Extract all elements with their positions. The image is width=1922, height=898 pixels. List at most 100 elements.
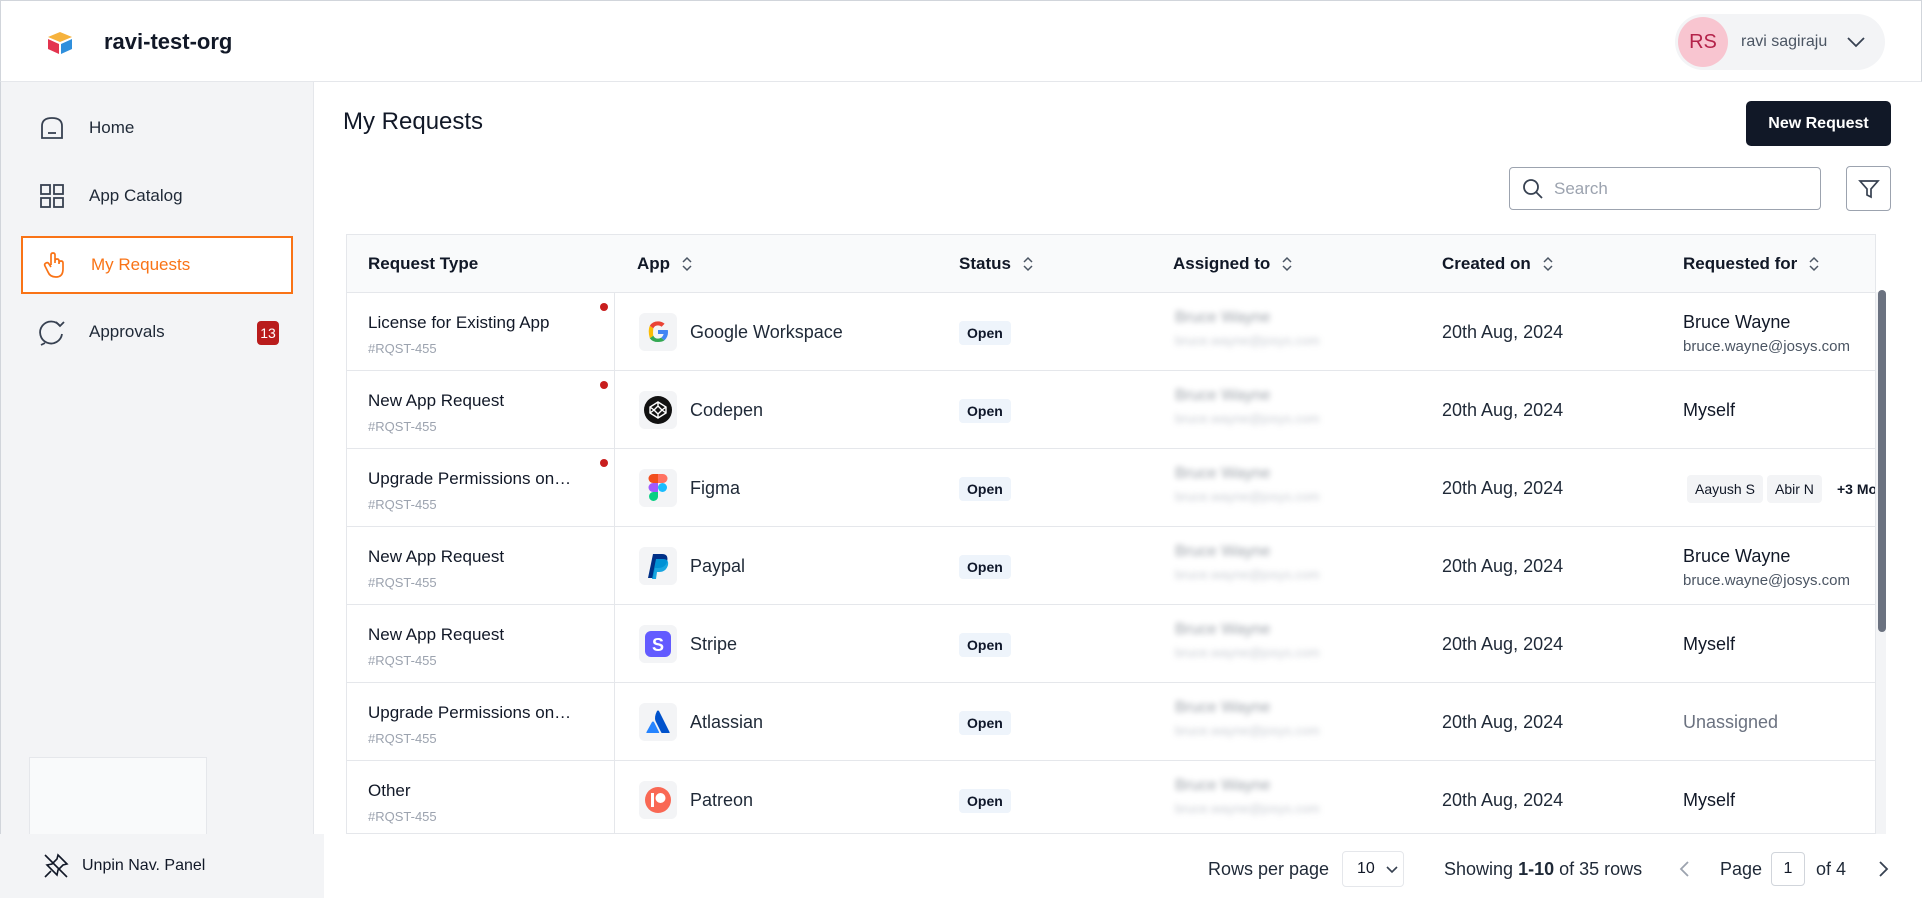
search-input[interactable] [1554,178,1804,199]
column-label: Created on [1442,254,1531,273]
assigned-email: bruce.wayne@josys.com [1175,489,1320,504]
chevron-down-icon [1847,37,1865,48]
unpin-nav-button[interactable]: Unpin Nav. Panel [0,834,324,898]
column-label: Assigned to [1173,254,1271,273]
sidebar-item-my-requests[interactable]: My Requests [21,236,293,294]
sort-icon [1023,256,1033,272]
column-header-assigned-to[interactable]: Assigned to [1173,235,1294,293]
user-chip: Aayush S [1687,475,1763,503]
table-row[interactable]: Upgrade Permissions on… #RQST-455 Figma … [347,449,1875,527]
unpin-label: Unpin Nav. Panel [82,857,206,874]
sidebar-item-app-catalog[interactable]: App Catalog [21,167,293,225]
table-header: Request Type App Status Assigned to Crea… [347,235,1875,293]
sidebar-item-home[interactable]: Home [21,99,293,157]
request-id: #RQST-455 [368,809,437,824]
app-name: Stripe [690,634,738,654]
unread-dot [600,381,608,389]
status-badge: Open [959,633,1011,657]
patreon-icon [639,781,677,819]
new-request-button[interactable]: New Request [1746,101,1891,146]
column-divider [614,293,615,833]
column-header-status[interactable]: Status [959,235,1035,293]
filter-button[interactable] [1846,166,1891,211]
requested-for: Myself [1683,400,1736,420]
assigned-name: Bruce Wayne [1175,387,1271,404]
created-date: 20th Aug, 2024 [1442,400,1564,420]
page-label: Page [1720,859,1763,879]
rows-summary-range: 1-10 [1518,859,1555,879]
avatar: RS [1678,17,1728,67]
created-date: 20th Aug, 2024 [1442,478,1564,498]
request-type: New App Request [368,547,505,566]
assigned-name: Bruce Wayne [1175,699,1271,716]
sidebar-item-approvals[interactable]: Approvals 13 [21,303,293,361]
user-chip: Abir N [1767,475,1822,503]
table-row[interactable]: Upgrade Permissions on… #RQST-455 Atlass… [347,683,1875,761]
next-page-icon[interactable] [1872,858,1894,880]
user-menu[interactable]: RS ravi sagiraju [1675,14,1885,70]
sort-icon [1282,256,1292,272]
status-badge: Open [959,477,1011,501]
previous-page-icon[interactable] [1674,858,1696,880]
status-badge: Open [959,321,1011,345]
table-row[interactable]: Other #RQST-455 Patreon Open Bruce Wayne… [347,761,1875,833]
assigned-name: Bruce Wayne [1175,543,1271,560]
table-row[interactable]: New App Request #RQST-455 S Stripe Open … [347,605,1875,683]
column-label: Request Type [368,254,479,273]
requested-for: Unassigned [1683,712,1779,732]
atlassian-icon [639,703,677,741]
request-type: New App Request [368,625,505,644]
search-box[interactable] [1509,167,1821,210]
column-header-created-on[interactable]: Created on [1442,235,1555,293]
requested-for-email: bruce.wayne@josys.com [1683,338,1850,355]
page-number-input[interactable] [1771,852,1805,886]
figma-icon [639,469,677,507]
assigned-to-redacted: Bruce Wayne bruce.wayne@josys.com [1175,387,1365,435]
sort-icon [682,256,692,272]
request-id: #RQST-455 [368,731,437,746]
column-header-requested-for[interactable]: Requested for [1683,235,1821,293]
sidebar: Home App Catalog My Requests Approvals 1… [0,82,314,898]
filter-icon [1857,179,1880,198]
google-icon [639,313,677,351]
table-scrollbar[interactable] [1878,290,1886,632]
svg-text:S: S [652,635,664,655]
assigned-to-redacted: Bruce Wayne bruce.wayne@josys.com [1175,309,1365,357]
org-name: ravi-test-org [104,29,233,54]
assigned-to-redacted: Bruce Wayne bruce.wayne@josys.com [1175,543,1365,591]
assigned-email: bruce.wayne@josys.com [1175,411,1320,426]
requested-for-name: Bruce Wayne [1683,312,1791,332]
column-header-request-type[interactable]: Request Type [368,235,478,293]
request-id: #RQST-455 [368,419,437,434]
request-type: Upgrade Permissions on… [368,469,572,488]
sort-icon [1809,256,1819,272]
table-row[interactable]: License for Existing App #RQST-455 Googl… [347,293,1875,371]
home-icon [37,113,67,143]
grid-icon [37,181,67,211]
sidebar-item-label: App Catalog [89,186,183,205]
column-header-app[interactable]: App [637,235,694,293]
status-badge: Open [959,789,1011,813]
rows-per-page-select[interactable]: 10 [1342,851,1404,887]
page-title: My Requests [343,108,484,135]
app-name: Patreon [690,790,754,810]
assigned-to-redacted: Bruce Wayne bruce.wayne@josys.com [1175,777,1365,825]
request-id: #RQST-455 [368,575,437,590]
assigned-email: bruce.wayne@josys.com [1175,801,1320,816]
rows-per-page-value: 10 [1357,860,1375,877]
column-label: App [637,254,671,273]
chevron-down-icon [1386,866,1398,874]
more-users-chip[interactable]: +3 Mo [1837,475,1875,503]
assigned-to-redacted: Bruce Wayne bruce.wayne@josys.com [1175,699,1365,747]
column-label: Requested for [1683,254,1798,273]
stripe-icon: S [639,625,677,663]
created-date: 20th Aug, 2024 [1442,634,1564,654]
created-date: 20th Aug, 2024 [1442,712,1564,732]
codepen-icon [639,391,677,429]
table-row[interactable]: New App Request #RQST-455 Codepen Open B… [347,371,1875,449]
table-row[interactable]: New App Request #RQST-455 Paypal Open Br… [347,527,1875,605]
assigned-to-redacted: Bruce Wayne bruce.wayne@josys.com [1175,621,1365,669]
org-logo-icon [48,32,72,54]
requested-for-name: Bruce Wayne [1683,546,1791,566]
assigned-name: Bruce Wayne [1175,621,1271,638]
